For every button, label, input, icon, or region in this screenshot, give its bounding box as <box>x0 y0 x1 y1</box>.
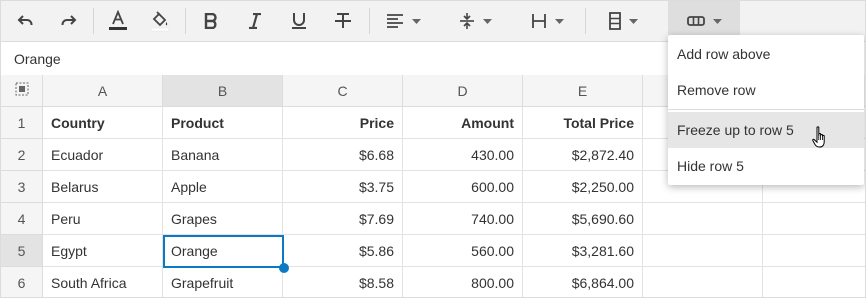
align-vertical-icon <box>459 12 475 30</box>
cell-c3[interactable]: $3.75 <box>283 171 403 203</box>
column-width-dropdown[interactable] <box>521 1 573 41</box>
cell-d1[interactable]: Amount <box>403 107 523 139</box>
row-header-1[interactable]: 1 <box>1 107 43 139</box>
cell-c4[interactable]: $7.69 <box>283 203 403 235</box>
menu-item-freeze-rows[interactable]: Freeze up to row 5 <box>668 112 864 148</box>
cell-d2[interactable]: 430.00 <box>403 139 523 171</box>
bold-icon[interactable] <box>195 1 227 41</box>
toolbar-divider <box>369 8 370 34</box>
cell-g5[interactable] <box>763 235 865 267</box>
cell-b5[interactable]: Orange <box>163 235 283 267</box>
cell-e4[interactable]: $5,690.60 <box>523 203 643 235</box>
cell-d5[interactable]: 560.00 <box>403 235 523 267</box>
cell-d3[interactable]: 600.00 <box>403 171 523 203</box>
toolbar-divider <box>585 8 586 34</box>
row-header-6[interactable]: 6 <box>1 267 43 297</box>
column-header-b[interactable]: B <box>163 75 283 107</box>
column-header-c[interactable]: C <box>283 75 403 107</box>
cell-a4[interactable]: Peru <box>43 203 163 235</box>
align-vertical-dropdown[interactable] <box>449 1 501 41</box>
column-header-a[interactable]: A <box>43 75 163 107</box>
row-header-5[interactable]: 5 <box>1 235 43 267</box>
redo-icon[interactable] <box>53 1 85 41</box>
row-header-2[interactable]: 2 <box>1 139 43 171</box>
cell-e2[interactable]: $2,872.40 <box>523 139 643 171</box>
cell-a5[interactable]: Egypt <box>43 235 163 267</box>
row-header-3[interactable]: 3 <box>1 171 43 203</box>
spreadsheet: Orange A B C D E 1 2 3 4 5 6 Country Pro… <box>0 0 866 298</box>
cell-e1[interactable]: Total Price <box>523 107 643 139</box>
cell-e5[interactable]: $3,281.60 <box>523 235 643 267</box>
cell-g6[interactable] <box>763 267 865 297</box>
chevron-down-icon <box>628 18 638 24</box>
strikethrough-icon[interactable] <box>327 1 359 41</box>
cell-b1[interactable]: Product <box>163 107 283 139</box>
cell-c1[interactable]: Price <box>283 107 403 139</box>
hand-pointer-cursor-icon <box>812 126 828 155</box>
cell-e3[interactable]: $2,250.00 <box>523 171 643 203</box>
row-height-icon <box>608 12 621 30</box>
select-all-button[interactable] <box>1 75 43 107</box>
cell-a6[interactable]: South Africa <box>43 267 163 297</box>
toolbar-divider <box>185 8 186 34</box>
rows-icon <box>686 16 705 26</box>
cell-f5[interactable] <box>643 235 763 267</box>
cell-f6[interactable] <box>643 267 763 297</box>
toolbar-divider <box>93 8 94 34</box>
row-height-dropdown[interactable] <box>597 1 649 41</box>
chevron-down-icon <box>712 18 722 24</box>
menu-item-add-row-above[interactable]: Add row above <box>668 36 864 72</box>
cell-g4[interactable] <box>763 203 865 235</box>
undo-icon[interactable] <box>9 1 41 41</box>
select-all-icon <box>15 82 29 99</box>
align-horizontal-dropdown[interactable] <box>377 1 429 41</box>
column-header-d[interactable]: D <box>403 75 523 107</box>
row-header-4[interactable]: 4 <box>1 203 43 235</box>
underline-icon[interactable] <box>283 1 315 41</box>
formula-bar-value: Orange <box>14 51 61 67</box>
fill-handle[interactable] <box>279 263 289 273</box>
text-color-icon[interactable] <box>101 1 135 41</box>
cell-d4[interactable]: 740.00 <box>403 203 523 235</box>
chevron-down-icon <box>554 18 564 24</box>
align-horizontal-icon <box>386 13 404 29</box>
menu-item-remove-row[interactable]: Remove row <box>668 72 864 108</box>
cell-c6[interactable]: $8.58 <box>283 267 403 297</box>
column-header-e[interactable]: E <box>523 75 643 107</box>
column-width-icon <box>531 13 547 29</box>
italic-icon[interactable] <box>239 1 271 41</box>
fill-color-icon[interactable] <box>143 1 177 41</box>
cell-f4[interactable] <box>643 203 763 235</box>
cell-a1[interactable]: Country <box>43 107 163 139</box>
chevron-down-icon <box>482 18 492 24</box>
chevron-down-icon <box>411 18 421 24</box>
cell-e6[interactable]: $6,864.00 <box>523 267 643 297</box>
cell-b3[interactable]: Apple <box>163 171 283 203</box>
cell-b4[interactable]: Grapes <box>163 203 283 235</box>
row-context-menu: Add row above Remove row Freeze up to ro… <box>668 35 864 185</box>
cell-a3[interactable]: Belarus <box>43 171 163 203</box>
cell-c5[interactable]: $5.86 <box>283 235 403 267</box>
menu-item-hide-row[interactable]: Hide row 5 <box>668 148 864 184</box>
cell-a2[interactable]: Ecuador <box>43 139 163 171</box>
cell-b2[interactable]: Banana <box>163 139 283 171</box>
menu-divider <box>668 109 864 110</box>
cell-b6[interactable]: Grapefruit <box>163 267 283 297</box>
cell-c2[interactable]: $6.68 <box>283 139 403 171</box>
cell-d6[interactable]: 800.00 <box>403 267 523 297</box>
